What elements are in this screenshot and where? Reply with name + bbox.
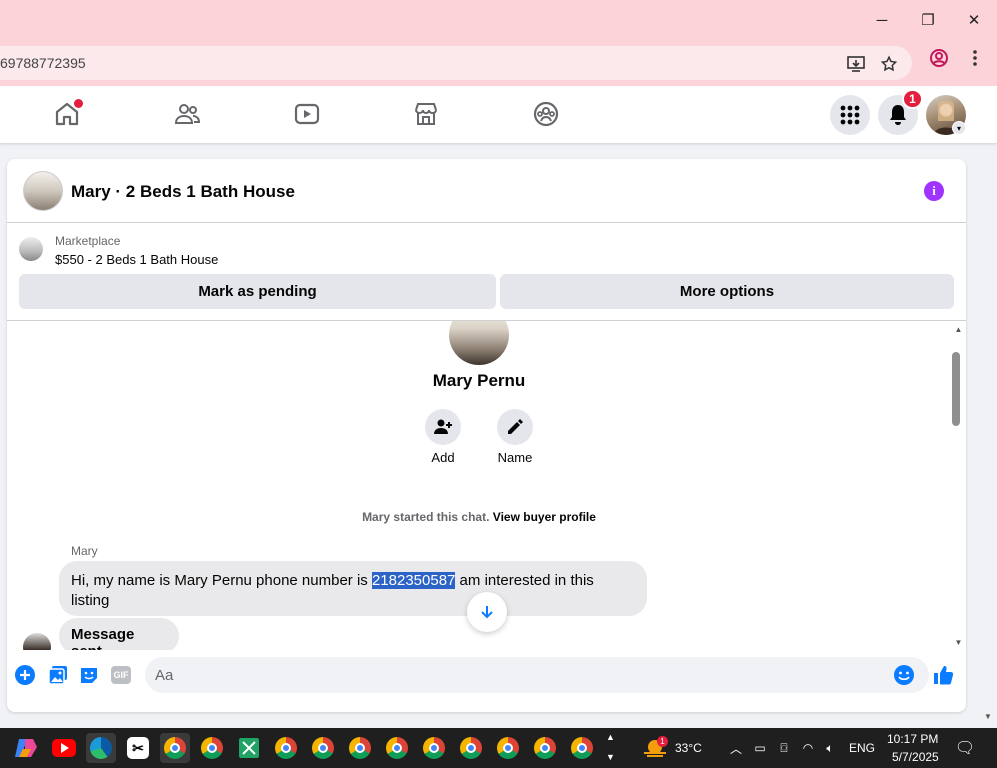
- volume-icon[interactable]: 🔈︎: [822, 740, 838, 756]
- scroll-up-arrow-icon[interactable]: ▲: [951, 323, 966, 335]
- listing-thumbnail[interactable]: [19, 237, 43, 261]
- copilot-icon[interactable]: [10, 733, 40, 763]
- sticker-icon[interactable]: [78, 664, 100, 686]
- capcut-icon[interactable]: ✂: [123, 733, 153, 763]
- install-app-icon[interactable]: [846, 54, 866, 74]
- buyer-name: Mary Pernu: [432, 371, 526, 390]
- sender-avatar[interactable]: [23, 633, 51, 650]
- chrome-profile-icon[interactable]: [271, 733, 301, 763]
- notification-count-badge: 1: [902, 89, 923, 109]
- chat-header: Mary · 2 Beds 1 Bath House i: [7, 159, 966, 223]
- watch-icon[interactable]: [293, 100, 323, 130]
- gif-label: GIF: [111, 666, 131, 684]
- name-label: Name: [497, 450, 533, 465]
- phone-number-highlight[interactable]: 2182350587: [371, 572, 456, 589]
- kebab-menu-icon[interactable]: [965, 48, 985, 68]
- camera-icon[interactable]: ⌼: [776, 740, 792, 756]
- page-scroll-down-arrow-icon[interactable]: ▼: [984, 712, 996, 724]
- chrome-profile-icon[interactable]: [456, 733, 486, 763]
- weather-badge: 1: [657, 736, 668, 747]
- listing-summary: Marketplace $550 - 2 Beds 1 Bath House M…: [7, 223, 966, 321]
- wifi-icon[interactable]: ◠: [800, 740, 816, 756]
- add-label: Add: [431, 450, 455, 465]
- buyer-avatar[interactable]: [449, 321, 509, 365]
- listing-title[interactable]: $550 - 2 Beds 1 Bath House: [55, 252, 218, 267]
- notification-center-icon[interactable]: 🗨︎: [955, 740, 975, 757]
- youtube-app-icon[interactable]: [49, 733, 79, 763]
- listing-source: Marketplace: [55, 234, 121, 248]
- close-icon: ✕: [967, 12, 981, 29]
- message-text-start: Hi, my name is Mary Pernu phone number i…: [71, 572, 372, 589]
- home-notification-dot: [74, 99, 83, 108]
- thumbs-up-icon[interactable]: [932, 664, 954, 686]
- taskbar-scroll-down-icon[interactable]: ▼: [606, 752, 615, 762]
- restore-button[interactable]: ❐: [905, 0, 951, 40]
- emoji-icon[interactable]: [893, 664, 915, 686]
- thread-scroll-thumb[interactable]: [952, 352, 960, 426]
- chrome-profile-icon[interactable]: [345, 733, 375, 763]
- gif-icon[interactable]: GIF: [110, 664, 132, 686]
- restore-icon: ❐: [921, 12, 935, 29]
- groups-icon[interactable]: [532, 100, 562, 130]
- chrome-profile-icon[interactable]: [419, 733, 449, 763]
- temperature-text[interactable]: 33°C: [675, 741, 702, 755]
- chrome-profile-icon[interactable]: [308, 733, 338, 763]
- menu-grid-icon: [840, 105, 860, 125]
- windows-taskbar: ✂ ▲ ▼ 1 33°C ︿ ▭ ⌼ ◠ 🔈︎ ENG 10:17 PM 5/7…: [0, 728, 997, 768]
- omnibox[interactable]: 69788772395: [0, 46, 912, 80]
- system-message-bubble[interactable]: Message sent: [59, 618, 179, 650]
- info-icon[interactable]: i: [924, 181, 944, 201]
- friends-icon[interactable]: [173, 100, 203, 130]
- sheets-icon[interactable]: [234, 733, 264, 763]
- mark-as-pending-button[interactable]: Mark as pending: [19, 274, 496, 309]
- chrome-profile-icon[interactable]: [530, 733, 560, 763]
- message-composer: GIF: [7, 650, 966, 712]
- chrome-profile-icon[interactable]: [382, 733, 412, 763]
- taskbar-scroll-up-icon[interactable]: ▲: [606, 732, 615, 742]
- language-indicator[interactable]: ENG: [849, 741, 875, 755]
- bookmark-star-icon[interactable]: [879, 54, 899, 74]
- message-thread: Mary Pernu Add Name Mary started this ch…: [7, 321, 966, 650]
- show-hidden-icons-chevron-up-icon[interactable]: ︿: [728, 740, 744, 756]
- battery-icon[interactable]: ▭: [752, 740, 768, 756]
- message-sender-name: Mary: [71, 544, 98, 558]
- pencil-icon: [508, 419, 523, 434]
- message-input[interactable]: [145, 657, 929, 693]
- scroll-down-arrow-icon[interactable]: ▼: [951, 636, 966, 648]
- marketplace-icon[interactable]: [412, 100, 442, 130]
- chat-title[interactable]: Mary · 2 Beds 1 Bath House: [71, 182, 295, 202]
- edit-name-button[interactable]: [497, 409, 533, 445]
- menu-button[interactable]: [830, 95, 870, 135]
- minimize-icon: ─: [876, 11, 888, 29]
- url-text[interactable]: 69788772395: [0, 55, 86, 71]
- more-options-button[interactable]: More options: [500, 274, 954, 309]
- view-buyer-profile-link[interactable]: View buyer profile: [493, 510, 596, 524]
- clock-time[interactable]: 10:17 PM: [887, 732, 938, 746]
- plus-circle-icon[interactable]: [14, 664, 36, 686]
- chat-avatar[interactable]: [23, 171, 63, 211]
- close-button[interactable]: ✕: [951, 0, 997, 40]
- incoming-message-bubble[interactable]: Hi, my name is Mary Pernu phone number i…: [59, 561, 647, 616]
- address-bar-row: 69788772395: [0, 40, 997, 86]
- chrome-profile-icon[interactable]: [493, 733, 523, 763]
- add-friend-button[interactable]: [425, 409, 461, 445]
- edge-icon[interactable]: [86, 733, 116, 763]
- photo-icon[interactable]: [47, 664, 69, 686]
- scroll-to-bottom-button[interactable]: [467, 592, 507, 632]
- browser-titlebar: ─ ❐ ✕: [0, 0, 997, 40]
- chat-started-notice: Mary started this chat. View buyer profi…: [7, 510, 951, 524]
- started-text: Mary started this chat.: [362, 510, 490, 524]
- profile-icon[interactable]: [929, 48, 949, 68]
- add-person-icon: [434, 419, 452, 434]
- facebook-top-nav: [0, 86, 997, 144]
- account-chevron-down-icon[interactable]: ▾: [952, 121, 966, 135]
- minimize-button[interactable]: ─: [859, 0, 905, 40]
- chrome-profile-r-icon[interactable]: [197, 733, 227, 763]
- arrow-down-icon: [481, 606, 493, 619]
- chrome-profile-icon[interactable]: [567, 733, 597, 763]
- marketplace-chat-panel: Mary · 2 Beds 1 Bath House i Marketplace…: [7, 159, 966, 712]
- clock-date[interactable]: 5/7/2025: [892, 750, 939, 764]
- bell-icon: [890, 105, 906, 125]
- chrome-icon[interactable]: [160, 733, 190, 763]
